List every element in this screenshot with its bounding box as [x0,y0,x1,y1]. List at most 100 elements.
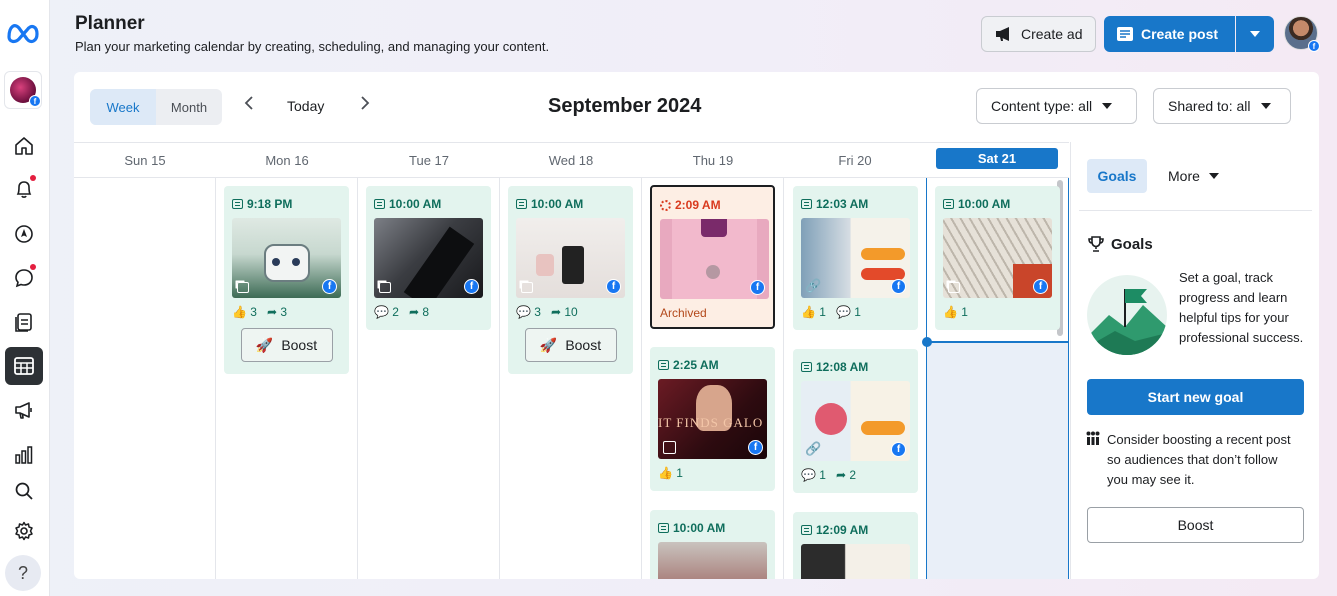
post-card[interactable]: 10:00 AM f 👍 1 [935,186,1060,330]
post-time: 2:25 AM [673,358,719,372]
current-time-marker [922,337,932,347]
post-card-archived[interactable]: 2:09 AM f Archived [650,185,775,329]
goals-description: Set a goal, track progress and learn hel… [1179,270,1304,345]
chevron-down-icon [1250,31,1260,37]
crowd-icon [1086,431,1100,445]
archived-status: Archived [660,306,707,320]
post-time: 12:03 AM [816,197,869,211]
post-time: 10:00 AM [389,197,442,211]
like-count: 3 [250,305,257,319]
comment-count: 2 [392,305,399,319]
user-avatar[interactable]: f [1284,16,1320,52]
post-card[interactable]: 12:03 AM 🔗 f 👍 1 💬 1 [793,186,918,330]
post-thumbnail [801,544,910,579]
create-post-button[interactable]: Create post [1104,16,1235,52]
megaphone-icon [996,27,1009,41]
boost-tip-text: Consider boosting a recent post so audie… [1107,432,1291,487]
content-type-label: Content type: all [991,98,1093,114]
column-divider [357,178,358,579]
post-card[interactable]: 2:25 AM IT FINDS GALO f 👍 1 [650,347,775,491]
photo-icon [663,441,676,454]
rocket-icon: 🚀 [255,336,274,353]
month-title: September 2024 [548,95,702,117]
current-time-line [926,341,1069,343]
bar-chart-icon [15,446,33,464]
sidebar-item-content[interactable] [5,303,43,341]
sidebar-item-home[interactable] [5,127,43,165]
post-card[interactable]: 12:09 AM [793,512,918,579]
tab-more[interactable]: More [1168,168,1219,184]
share-count: 3 [280,305,288,319]
next-week-button[interactable] [360,96,370,115]
post-thumbnail [658,542,767,579]
day-header-fri: Fri 20 [838,153,872,168]
facebook-icon: f [1033,279,1048,294]
sidebar-item-ads[interactable] [5,391,43,429]
sidebar-item-explore[interactable] [5,215,43,253]
processing-icon [660,199,671,211]
create-ad-button[interactable]: Create ad [981,16,1096,52]
post-thumbnail: f [374,218,483,298]
day-header-sat-today: Sat 21 [926,148,1068,169]
shared-to-label: Shared to: all [1168,98,1251,114]
month-view-button[interactable]: Month [156,89,222,125]
facebook-badge-icon: f [29,95,41,107]
boost-button[interactable]: Boost [1087,507,1304,543]
sidebar-item-search[interactable] [5,472,43,510]
sidebar-item-inbox[interactable] [5,259,43,297]
notification-dot [30,175,36,181]
goal-illustration [1087,275,1167,355]
post-thumbnail: f [232,218,341,298]
bell-icon [16,181,32,198]
sidebar-item-insights[interactable] [5,436,43,474]
post-time: 10:00 AM [958,197,1011,211]
boost-button[interactable]: 🚀 Boost [524,328,617,362]
carousel-icon [379,282,391,293]
day-header-tue: Tue 17 [409,153,449,168]
boost-button[interactable]: 🚀 Boost [240,328,333,362]
post-thumbnail: f [943,218,1052,298]
day-header-thu: Thu 19 [692,153,734,168]
tab-goals[interactable]: Goals [1087,159,1147,193]
create-post-menu-button[interactable] [1236,16,1274,52]
column-divider [783,178,784,579]
content-type-filter[interactable]: Content type: all [976,88,1137,124]
page-subtitle: Plan your marketing calendar by creating… [75,39,550,54]
meta-logo-icon[interactable] [6,20,40,49]
help-button[interactable]: ? [5,555,41,591]
facebook-badge-icon: f [1308,40,1320,52]
today-button[interactable]: Today [287,98,324,114]
post-card[interactable]: 10:00 AM f 💬 3 ➦ 10 🚀 Boost [508,186,633,374]
post-icon [232,199,243,209]
tab-more-label: More [1168,168,1200,184]
post-icon [801,362,812,372]
facebook-icon: f [464,279,479,294]
column-divider [641,178,642,579]
sidebar-item-planner[interactable] [5,347,43,385]
carousel-icon [237,282,249,293]
previous-week-button[interactable] [244,96,254,115]
post-card[interactable]: 9:18 PM f 👍 3 ➦ 3 🚀 Boost [224,186,349,374]
chevron-left-icon [244,96,253,110]
day-header-sun: Sun 15 [124,153,166,168]
create-ad-label: Create ad [1021,26,1083,42]
post-icon [374,199,385,209]
comment-count: 1 [819,468,826,482]
page-avatar[interactable]: f [4,71,42,109]
post-time: 10:00 AM [673,521,726,535]
calendar-grid-icon [14,357,34,375]
sidebar-item-notifications[interactable] [5,170,43,208]
column-divider [499,178,500,579]
chat-bubble-icon [15,269,33,288]
week-view-button[interactable]: Week [90,89,156,125]
compass-icon [15,225,33,243]
post-card[interactable]: 10:00 AM [650,510,775,579]
post-card[interactable]: 10:00 AM f 💬 2 ➦ 8 [366,186,491,330]
link-icon: 🔗 [805,441,822,456]
post-card[interactable]: 12:08 AM 🔗 f 💬 1 ➦ 2 [793,349,918,493]
sidebar-item-settings[interactable] [5,512,43,550]
facebook-icon: f [891,442,906,457]
shared-to-filter[interactable]: Shared to: all [1153,88,1291,124]
start-new-goal-button[interactable]: Start new goal [1087,379,1304,415]
carousel-icon [521,282,533,293]
